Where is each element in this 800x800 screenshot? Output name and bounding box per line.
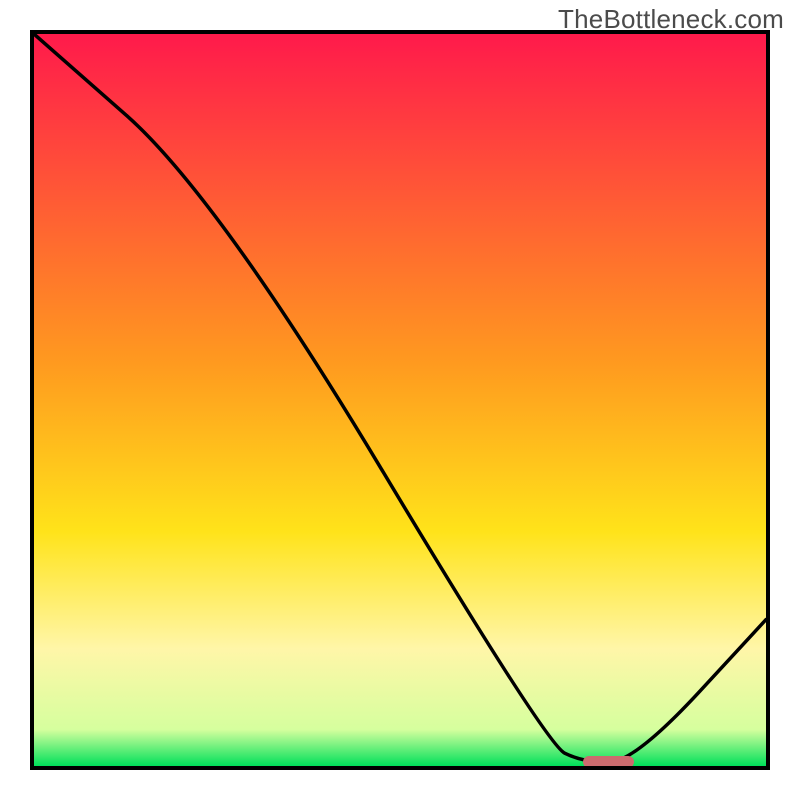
bottleneck-curve — [34, 34, 766, 766]
optimal-range-marker — [583, 756, 634, 768]
plot-area — [30, 30, 770, 770]
chart-container: TheBottleneck.com — [0, 0, 800, 800]
